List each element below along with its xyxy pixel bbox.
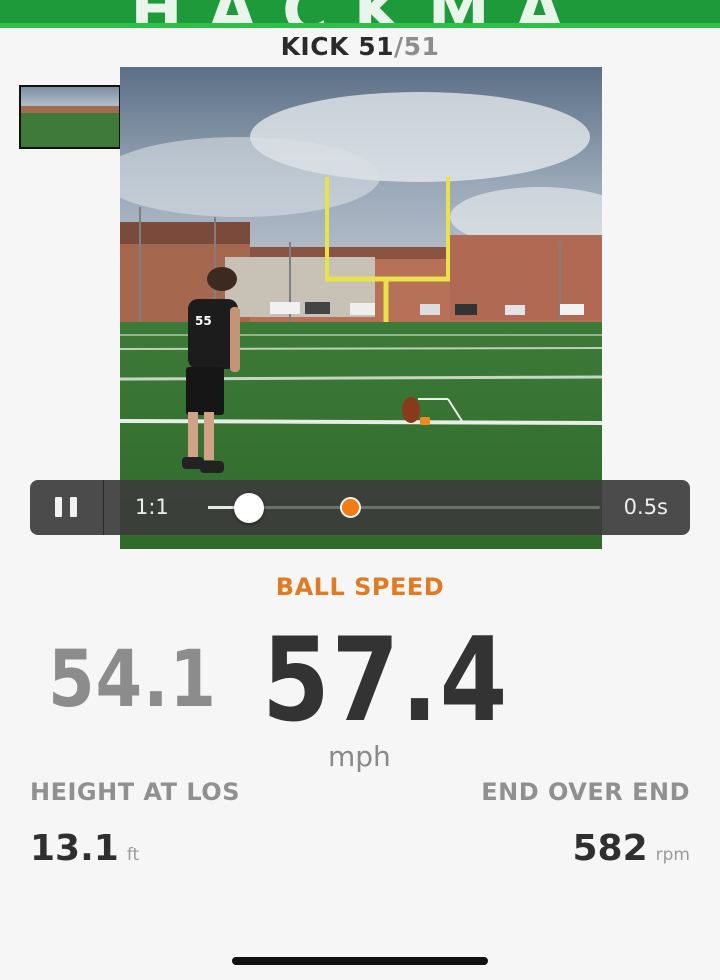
- kick-video[interactable]: 55: [120, 67, 602, 549]
- height-at-los-value: 13.1 ft: [30, 828, 139, 869]
- scrub-track[interactable]: [208, 506, 600, 509]
- kick-current: 51: [358, 32, 394, 61]
- top-banner: HACKMA: [0, 0, 720, 28]
- ball-speed-value: 57.4: [262, 613, 510, 748]
- kick-counter: KICK 51/51: [0, 32, 720, 61]
- video-frame: 55: [120, 67, 602, 549]
- metric-title[interactable]: BALL SPEED: [0, 573, 720, 601]
- home-indicator[interactable]: [232, 957, 488, 965]
- kick-total: 51: [403, 32, 440, 61]
- camera-thumbnail-1[interactable]: [19, 85, 121, 149]
- jersey-number: 55: [195, 314, 212, 328]
- impact-marker-icon[interactable]: [340, 497, 361, 518]
- end-over-end-label: END OVER END: [481, 778, 690, 806]
- banner-stripe: [0, 23, 720, 28]
- playback-speed[interactable]: 1:1: [135, 495, 169, 519]
- rotation-unit: rpm: [655, 845, 690, 865]
- pause-button[interactable]: [30, 480, 104, 535]
- kick-label: KICK: [280, 32, 349, 61]
- scrub-handle[interactable]: [234, 493, 264, 523]
- secondary-speed-value: 54.1: [48, 635, 217, 725]
- end-over-end-value: 582 rpm: [573, 828, 691, 869]
- playback-time: 0.5s: [623, 495, 668, 519]
- pause-icon: [55, 497, 62, 517]
- ball-speed-unit: mph: [328, 740, 391, 773]
- rotation-number: 582: [572, 828, 648, 869]
- playback-controls: 1:1 0.5s: [30, 480, 690, 535]
- height-unit: ft: [126, 845, 140, 865]
- kick-separator: /: [393, 32, 404, 61]
- height-at-los-label: HEIGHT AT LOS: [30, 778, 240, 806]
- height-number: 13.1: [30, 828, 119, 869]
